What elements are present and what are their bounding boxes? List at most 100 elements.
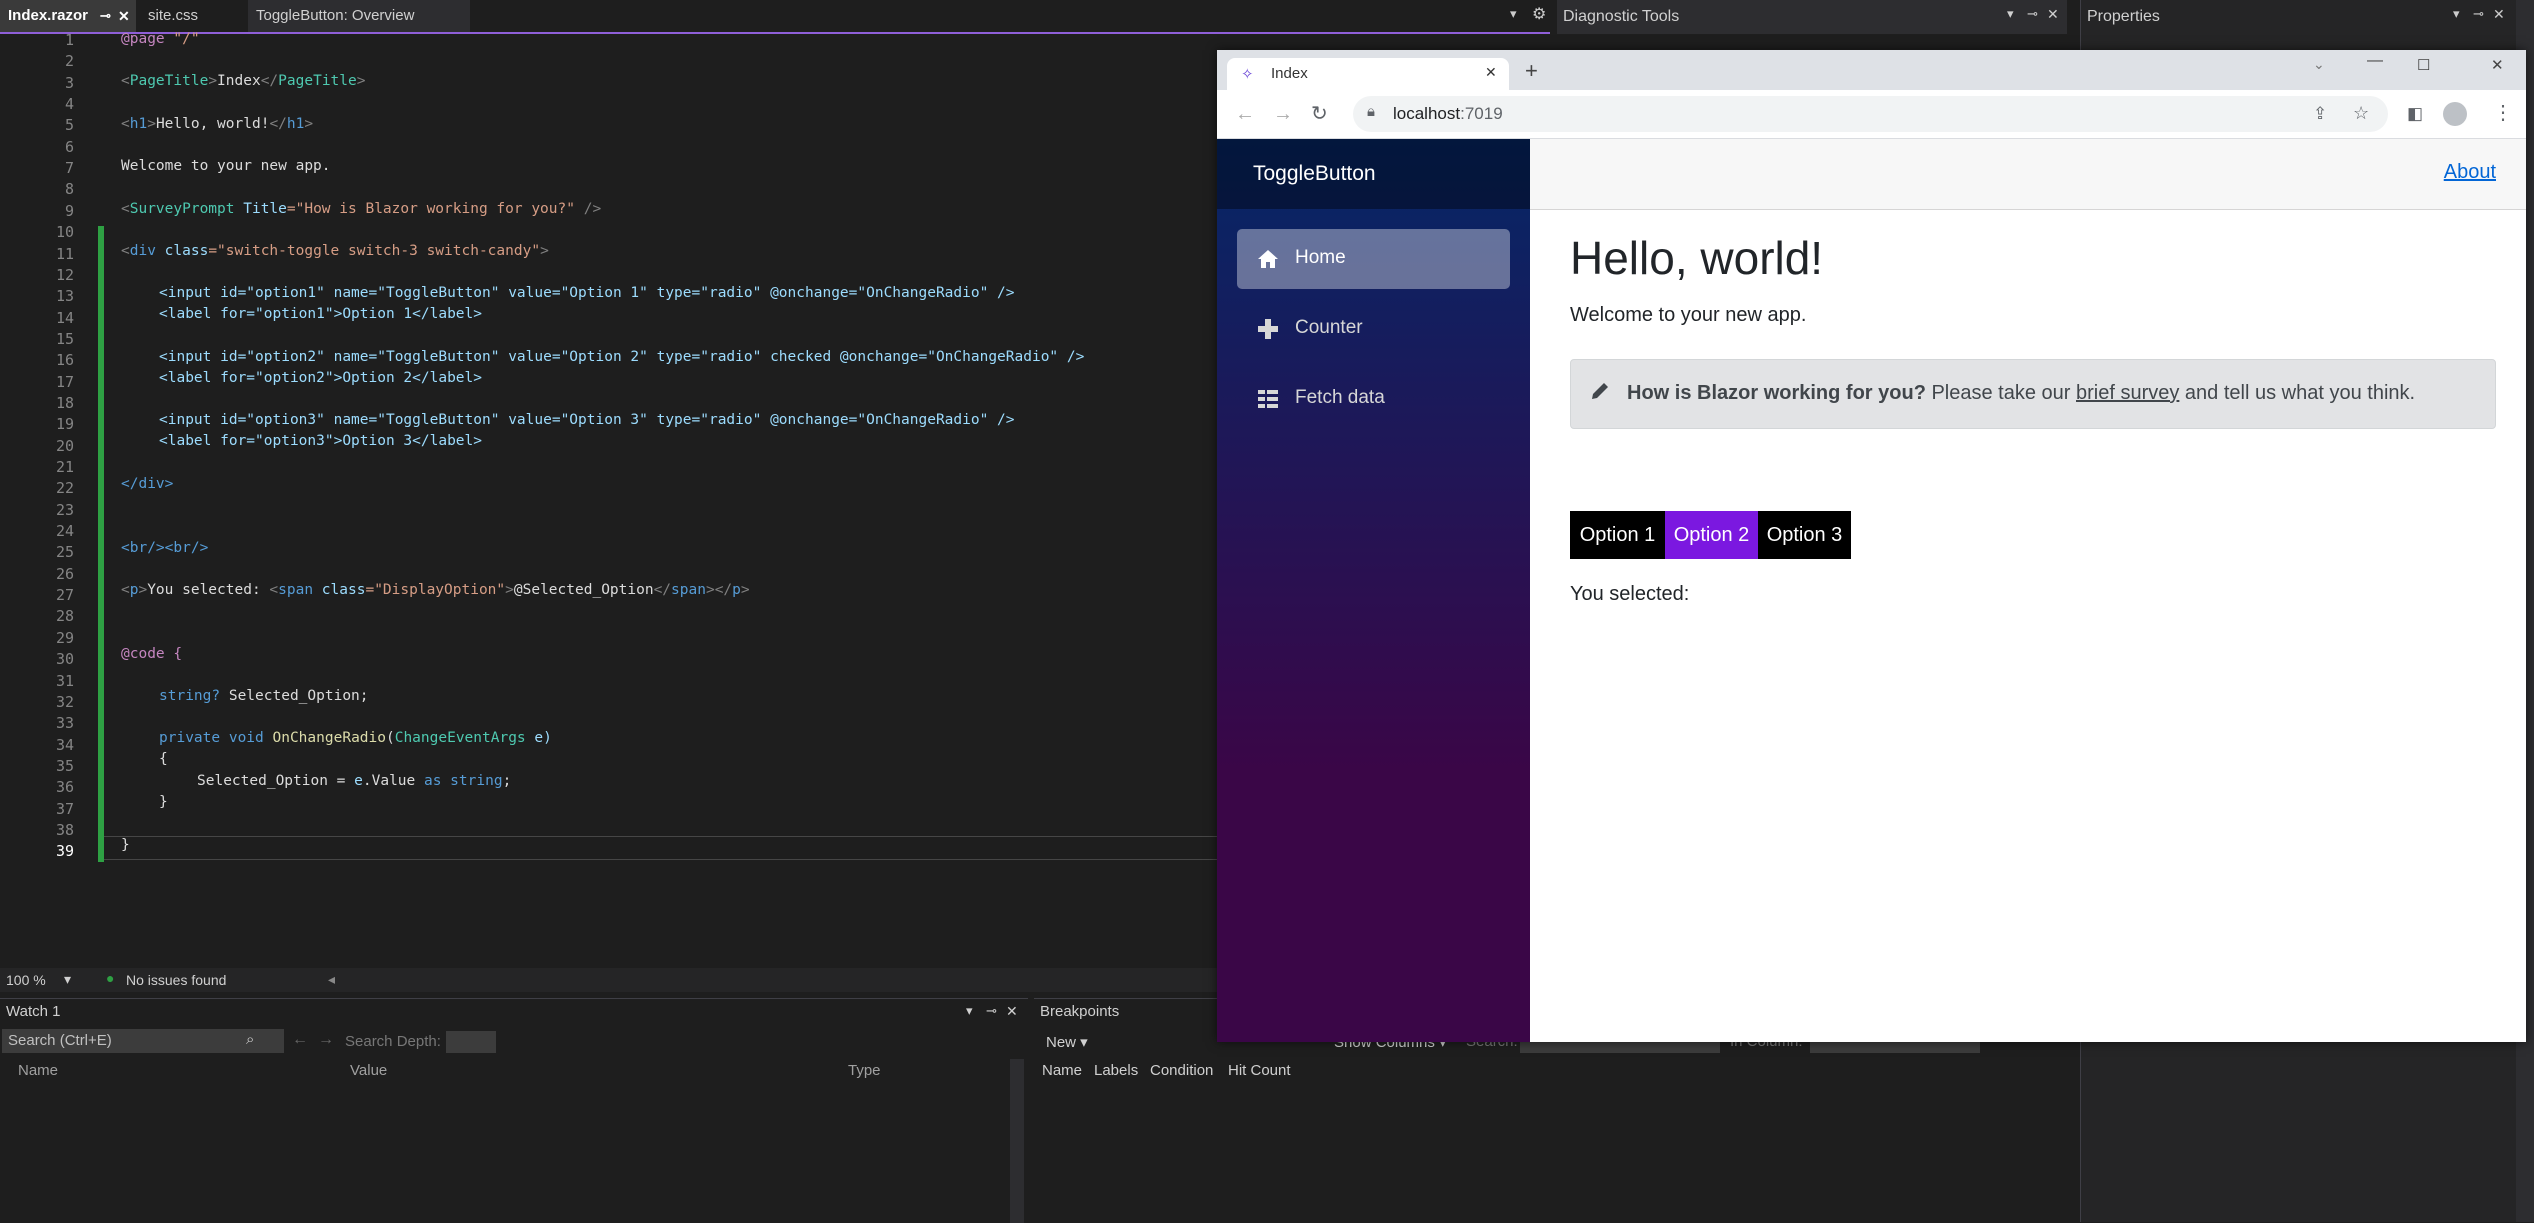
line-number: 19 [55, 415, 74, 434]
app-brand[interactable]: ToggleButton [1253, 162, 1376, 186]
address-bar[interactable]: 🔒︎ localhost:7019 ⇪ ☆ [1353, 96, 2388, 132]
line-number: 6 [64, 137, 74, 156]
close-icon[interactable]: ✕ [1006, 1003, 1018, 1020]
profile-avatar-icon[interactable] [2443, 102, 2467, 126]
minimize-icon[interactable]: — [2367, 52, 2383, 70]
line-number: 33 [55, 714, 74, 733]
url-text: localhost:7019 [1393, 104, 1503, 123]
tab-overview[interactable]: ToggleButton: Overview [248, 0, 470, 32]
tab-site-css[interactable]: site.css [140, 0, 250, 32]
col-labels[interactable]: Labels [1094, 1062, 1138, 1079]
browser-tab-strip: ✧ Index ✕ + ⌄ — ☐ ✕ [1217, 50, 2526, 90]
back-icon[interactable]: ← [1235, 104, 1255, 124]
col-name[interactable]: Name [1042, 1062, 1082, 1079]
plus-icon [1257, 318, 1279, 340]
toggle-option-2[interactable]: Option 2 [1665, 511, 1758, 559]
blazor-app-page: ToggleButton Home Counter Fetch data Abo… [1217, 139, 2526, 1042]
page-title: Hello, world! [1570, 232, 1824, 284]
code-line-27: <p>You selected: <span class="DisplayOpt… [121, 582, 750, 598]
search-icon[interactable]: ⌕ [246, 1031, 254, 1048]
tab-label: site.css [148, 7, 199, 24]
code-line-36: Selected_Option = e.Value as string; [197, 773, 512, 789]
pin-icon[interactable]: ⊸ [2027, 6, 2038, 22]
pin-icon[interactable]: ⊸ [986, 1003, 997, 1019]
zoom-dropdown-icon[interactable]: ▾ [64, 971, 71, 988]
survey-prompt: How is Blazor working for you? Please ta… [1570, 359, 2496, 429]
col-value[interactable]: Value [350, 1062, 387, 1079]
about-link[interactable]: About [2444, 161, 2496, 184]
app-sidebar: ToggleButton Home Counter Fetch data [1217, 139, 1530, 1042]
line-number: 37 [55, 799, 74, 818]
col-name[interactable]: Name [18, 1062, 58, 1079]
arrow-left-icon[interactable]: ← [292, 1031, 308, 1049]
close-window-icon[interactable]: ✕ [2491, 56, 2504, 74]
lock-icon[interactable]: 🔒︎ [1367, 103, 1375, 120]
reload-icon[interactable]: ↻ [1311, 104, 1328, 124]
tab-dropdown-icon[interactable]: ▾ [1510, 6, 1517, 22]
browser-tab[interactable]: ✧ Index ✕ [1227, 58, 1509, 90]
line-number: 36 [55, 778, 74, 797]
code-line-35: { [159, 751, 168, 767]
line-number: 15 [55, 329, 74, 348]
close-icon[interactable]: ✕ [2493, 6, 2505, 23]
check-circle-icon: ● [106, 970, 115, 986]
line-number: 12 [55, 265, 74, 284]
panel-dropdown-icon[interactable]: ▾ [966, 1003, 973, 1019]
code-line-32: string? Selected_Option; [159, 688, 369, 704]
code-line-19: <input id="option3" name="ToggleButton" … [159, 412, 1015, 428]
editor-status-bar: 100 % ▾ ● No issues found ◂ [0, 968, 1220, 992]
nav-item-counter[interactable]: Counter [1237, 299, 1510, 359]
side-panel-icon[interactable]: ◧ [2407, 104, 2423, 124]
watch-search-input[interactable]: Search (Ctrl+E) ⌕ [2, 1029, 284, 1053]
close-icon[interactable]: ✕ [1485, 64, 1497, 81]
pin-icon[interactable]: ⊸ [2473, 6, 2484, 22]
forward-icon[interactable]: → [1273, 104, 1293, 124]
tab-index-razor[interactable]: Index.razor ⊸ ✕ [0, 0, 136, 32]
code-line-37: } [159, 794, 168, 810]
code-editor[interactable]: 1 2 3 4 5 6 7 8 9 10 11 12 13 14 15 16 17 18 19 20 21 22 23 24 2… [0, 31, 1220, 970]
search-depth-select[interactable] [446, 1031, 496, 1053]
share-icon[interactable]: ⇪ [2313, 104, 2327, 124]
panel-dropdown-icon[interactable]: ▾ [2453, 6, 2460, 22]
change-indicator-bar [98, 226, 104, 862]
tab-search-icon[interactable]: ⌄ [2313, 56, 2325, 73]
bookmark-star-icon[interactable]: ☆ [2353, 103, 2369, 123]
pin-icon[interactable]: ⊸ [100, 0, 111, 32]
close-icon[interactable]: ✕ [2047, 6, 2059, 23]
code-line-25: <br/><br/> [121, 540, 209, 556]
zoom-level[interactable]: 100 % [6, 972, 46, 988]
gear-icon[interactable]: ⚙ [1532, 4, 1546, 24]
issues-status[interactable]: No issues found [126, 972, 226, 988]
code-line-11: <div class="switch-toggle switch-3 switc… [121, 243, 549, 259]
toggle-option-1[interactable]: Option 1 [1570, 511, 1665, 559]
line-number: 4 [64, 95, 74, 114]
watch-scrollbar[interactable] [1010, 1059, 1024, 1223]
new-breakpoint-button[interactable]: New ▾ [1046, 1033, 1088, 1051]
code-line-9: <SurveyPrompt Title="How is Blazor worki… [121, 201, 602, 217]
panel-dropdown-icon[interactable]: ▾ [2007, 6, 2014, 22]
tab-label: ToggleButton: Overview [256, 7, 415, 24]
arrow-right-icon[interactable]: → [318, 1031, 334, 1049]
line-number: 30 [55, 650, 74, 669]
col-type[interactable]: Type [848, 1062, 881, 1079]
nav-item-home[interactable]: Home [1237, 229, 1510, 289]
nav-item-fetch-data[interactable]: Fetch data [1237, 369, 1510, 429]
menu-kebab-icon[interactable]: ⋮ [2493, 103, 2513, 123]
col-condition[interactable]: Condition [1150, 1062, 1213, 1079]
line-number: 5 [64, 116, 74, 135]
maximize-icon[interactable]: ☐ [2417, 56, 2430, 74]
close-icon[interactable]: ✕ [118, 0, 130, 32]
line-number: 2 [64, 52, 74, 71]
line-number: 8 [64, 180, 74, 199]
new-tab-icon[interactable]: + [1525, 58, 1538, 84]
code-line-30: @code { [121, 646, 183, 662]
line-number-gutter: 1 2 3 4 5 6 7 8 9 10 11 12 13 14 15 16 17 18 19 20 21 22 23 24 2… [0, 31, 82, 970]
diagnostic-tools-title: Diagnostic Tools [1563, 8, 1680, 25]
line-number: 3 [64, 73, 74, 92]
toggle-option-3[interactable]: Option 3 [1758, 511, 1851, 559]
scroll-left-icon[interactable]: ◂ [328, 971, 335, 988]
brief-survey-link[interactable]: brief survey [2076, 382, 2179, 404]
line-number: 22 [55, 479, 74, 498]
properties-title: Properties [2087, 8, 2160, 25]
col-hit-count[interactable]: Hit Count [1228, 1062, 1291, 1079]
